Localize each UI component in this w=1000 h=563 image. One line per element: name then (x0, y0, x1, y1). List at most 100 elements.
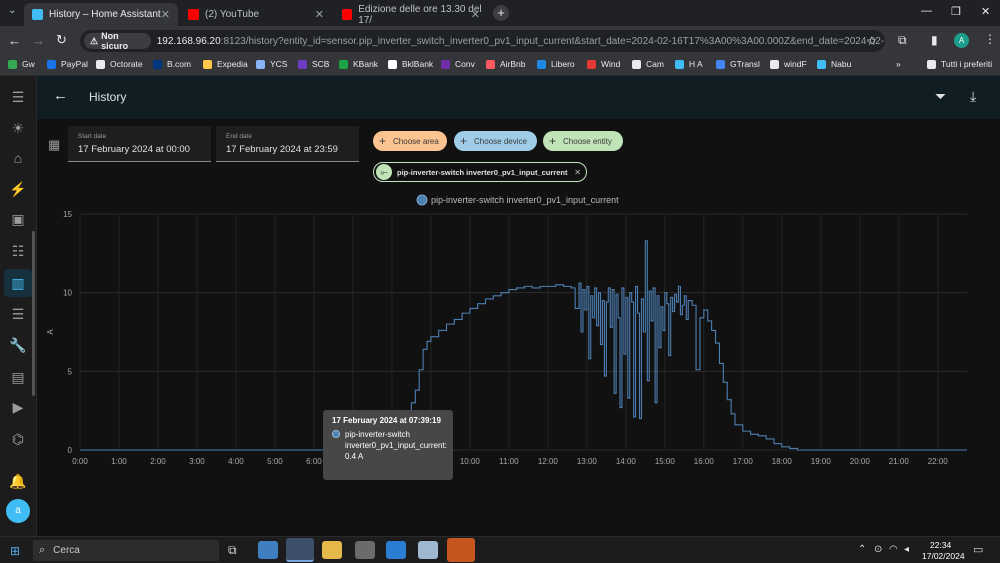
file-explorer-icon[interactable] (322, 541, 342, 559)
bookmark-ycs[interactable]: YCS (256, 59, 287, 69)
tab-history[interactable]: History – Home Assistant ✕ (24, 3, 178, 26)
bookmark-favicon-icon (298, 59, 307, 69)
choose-area-chip[interactable]: + Choose area (373, 131, 447, 151)
outlook-icon[interactable] (386, 541, 406, 559)
task-view-icon[interactable]: ⧉ (228, 543, 237, 558)
bookmark-gw[interactable]: Gw (8, 59, 35, 69)
hacs-icon[interactable]: ▤ (9, 368, 27, 386)
clock-time[interactable]: 22:34 (930, 540, 951, 550)
logbook-icon[interactable]: ▣ (9, 210, 27, 228)
bookmark-airbnb[interactable]: AirBnb (486, 59, 526, 69)
server-icon[interactable]: ☰ (9, 305, 27, 323)
list-icon[interactable]: ☷ (9, 242, 27, 260)
history-chart[interactable]: pip-inverter-switch inverter0_pv1_input_… (37, 186, 1000, 511)
menu-icon[interactable]: ☰ (9, 88, 27, 106)
tab-search-icon[interactable]: ⌄ (8, 5, 16, 16)
bookmark-nabu[interactable]: Nabu (817, 59, 851, 69)
bookmark-favicon-icon (441, 59, 450, 69)
bookmark-favicon-icon (388, 59, 397, 69)
profile-avatar[interactable]: A (954, 33, 969, 48)
maximize-icon[interactable]: ❐ (951, 5, 961, 18)
security-chip[interactable]: ⚠ Non sicuro (84, 31, 151, 51)
tab-title: Edizione delle ore 13.30 del 17/ (358, 3, 482, 26)
tab-news[interactable]: Edizione delle ore 13.30 del 17/ ✕ (334, 3, 488, 26)
browser-tab-bar: ⌄ History – Home Assistant ✕ (2) YouTube… (0, 0, 1000, 26)
bookmark-favicon-icon (486, 59, 495, 69)
chrome-icon[interactable] (286, 538, 314, 562)
bookmark-favicon-icon (632, 59, 641, 69)
clock-date[interactable]: 17/02/2024 (922, 551, 965, 561)
choose-device-chip[interactable]: + Choose device (454, 131, 537, 151)
network-icon[interactable]: ⌬ (9, 430, 27, 448)
start-date-field[interactable]: Start date 17 February 2024 at 00:00 (68, 126, 211, 162)
bookmark-libero[interactable]: Libero (537, 59, 575, 69)
x-tick-label: 6:00 (306, 457, 322, 466)
extensions-icon[interactable]: ⧉ (898, 33, 907, 48)
lightning-icon[interactable]: ⚡ (9, 180, 27, 198)
bookmark-wind[interactable]: Wind (587, 59, 620, 69)
wrench-icon[interactable]: 🔧 (9, 336, 27, 354)
bookmark-paypal[interactable]: PayPal (47, 59, 88, 69)
notepad-icon[interactable] (418, 541, 438, 559)
address-bar[interactable]: ⚠ Non sicuro 192.168.96.20 :8123/history… (80, 30, 885, 52)
back-icon[interactable]: ← (8, 33, 21, 48)
reload-icon[interactable]: ↻ (56, 32, 67, 48)
download-icon[interactable]: ⤓ (970, 88, 976, 105)
sidepanel-icon[interactable]: ▮ (931, 33, 938, 47)
bookmark-scb[interactable]: SCB (298, 59, 329, 69)
close-tab-icon[interactable]: ✕ (315, 8, 324, 21)
energy-icon[interactable]: ☀ (9, 119, 27, 137)
network-tray-icon[interactable]: ⊙ (874, 544, 882, 555)
taskbar-search-box[interactable]: ⌕ Cerca (33, 540, 219, 561)
bell-icon[interactable]: 🔔 (9, 472, 27, 490)
notifications-icon[interactable]: ▭ (973, 543, 983, 556)
bookmark-expedia[interactable]: Expedia (203, 59, 248, 69)
user-avatar[interactable]: a (6, 499, 30, 523)
menu-icon[interactable]: ⋮ (984, 32, 996, 46)
choose-entity-chip[interactable]: + Choose entity (543, 131, 623, 151)
end-date-field[interactable]: End date 17 February 2024 at 23:59 (216, 126, 359, 162)
bookmark-b-com[interactable]: B.com (153, 59, 191, 69)
remove-chip-icon[interactable]: ✕ (574, 168, 581, 177)
close-window-icon[interactable]: ✕ (981, 5, 990, 18)
calendar-icon[interactable]: ▦ (48, 137, 60, 153)
bookmark-gtransl[interactable]: GTransl (716, 59, 760, 69)
x-tick-label: 3:00 (189, 457, 205, 466)
filter-remove-icon[interactable]: ⏷ (935, 88, 946, 105)
wifi-icon[interactable]: ◠ (889, 544, 898, 555)
bookmark-bklbank[interactable]: BklBank (388, 59, 433, 69)
bookmark-cam[interactable]: Cam (632, 59, 664, 69)
sidebar-scrollbar[interactable] (32, 231, 35, 396)
volume-icon[interactable]: ◂ (904, 544, 909, 555)
bookmark-windf[interactable]: windF (770, 59, 807, 69)
minimize-icon[interactable]: — (921, 5, 932, 17)
series-line[interactable] (80, 240, 967, 451)
bookmarks-overflow-icon[interactable]: » (896, 59, 901, 69)
windows-start-icon[interactable]: ⊞ (10, 544, 20, 558)
new-tab-button[interactable]: + (493, 5, 509, 21)
calculator-icon[interactable] (355, 541, 375, 559)
x-tick-label: 12:00 (538, 457, 559, 466)
warning-icon: ⚠ (90, 35, 99, 46)
home-icon[interactable]: ⌂ (9, 149, 27, 167)
bookmark-h-a[interactable]: H A (675, 59, 703, 69)
forward-icon[interactable]: → (32, 33, 45, 48)
bookmark-conv[interactable]: Conv (441, 59, 475, 69)
tab-youtube[interactable]: (2) YouTube ✕ (180, 3, 332, 26)
media-icon[interactable]: ▶ (9, 398, 27, 416)
close-tab-icon[interactable]: ✕ (471, 8, 480, 21)
star-icon[interactable]: ☆ (866, 34, 877, 48)
back-arrow-icon[interactable]: ← (53, 87, 68, 104)
bookmark-kbank[interactable]: KBank (339, 59, 378, 69)
tray-chevron-icon[interactable]: ⌃ (858, 544, 866, 555)
x-tick-label: 17:00 (733, 457, 754, 466)
mail-app-icon[interactable] (258, 541, 278, 559)
chart-icon[interactable]: ▥ (9, 274, 27, 292)
chip-label: Choose entity (563, 136, 612, 146)
all-bookmarks-button[interactable]: Tutti i preferiti (927, 59, 992, 69)
close-tab-icon[interactable]: ✕ (161, 8, 170, 21)
app-icon[interactable] (447, 538, 475, 562)
selected-entity-chip[interactable]: ⟜ pip-inverter-switch inverter0_pv1_inpu… (373, 162, 587, 182)
bookmark-octorate[interactable]: Octorate (96, 59, 143, 69)
chart-legend[interactable]: pip-inverter-switch inverter0_pv1_input_… (416, 194, 619, 206)
